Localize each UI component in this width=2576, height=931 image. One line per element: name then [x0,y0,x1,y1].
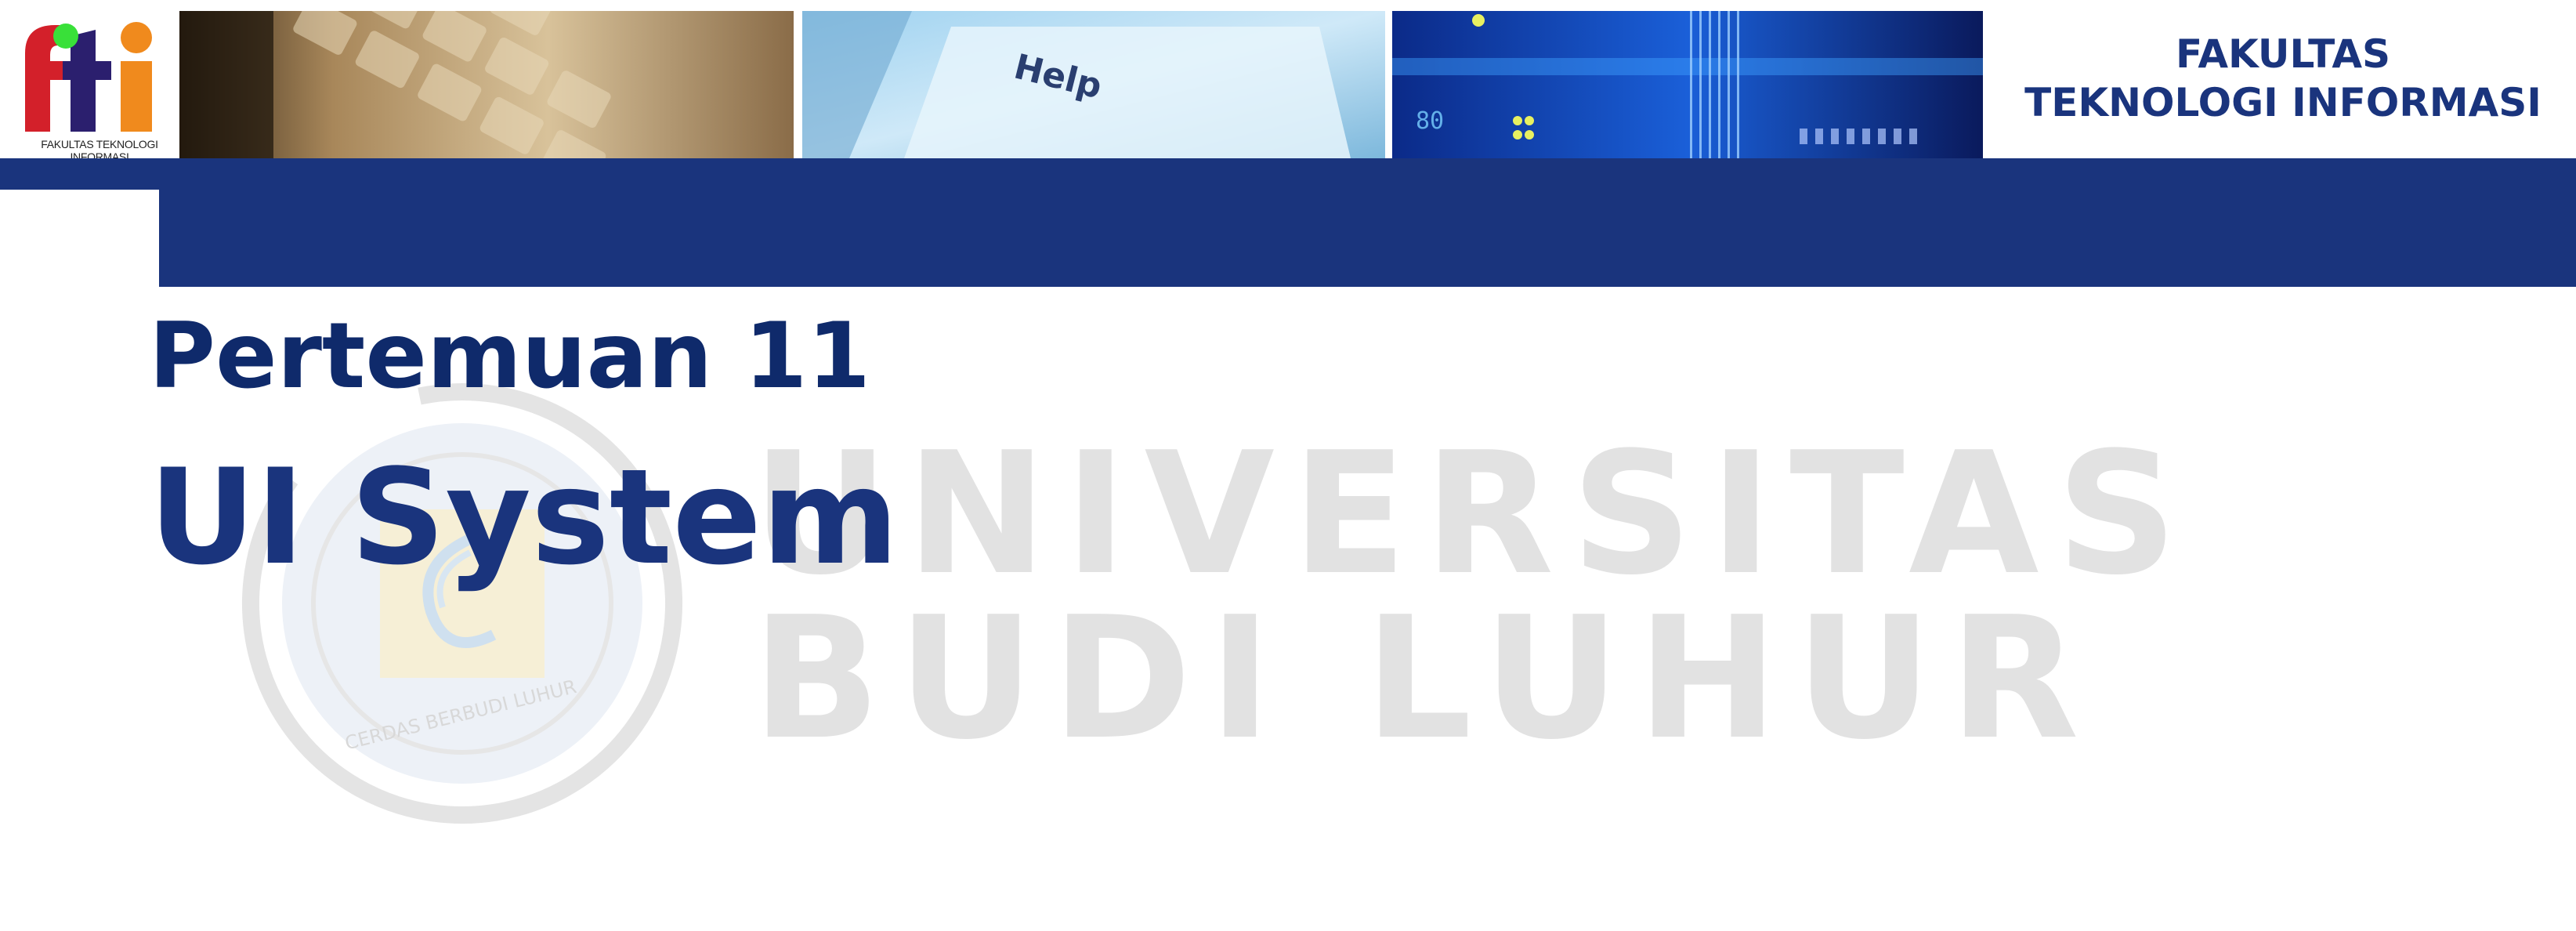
svg-text:80: 80 [1416,107,1444,135]
fti-logo-mark [25,22,152,132]
watermark-line-1: UNIVERSITAS [752,415,2195,612]
header-banner: FAKULTAS TEKNOLOGI INFORMASI Help 80 FAK… [0,0,2576,163]
header-band [159,190,2576,287]
faculty-line-2: TEKNOLOGI INFORMASI [2024,80,2542,125]
help-key-photo: Help [802,11,1385,158]
slide-title: UI System [149,440,899,594]
fti-logo: FAKULTAS TEKNOLOGI INFORMASI [17,14,166,163]
slide-subtitle: Pertemuan 11 [149,303,871,409]
watermark-line-2: BUDI LUHUR [752,580,2097,777]
circuit-board-photo: 80 [1392,11,1983,158]
faculty-line-1: FAKULTAS [2175,31,2391,77]
header-band-top [0,158,2576,190]
faculty-name: FAKULTAS TEKNOLOGI INFORMASI [1990,30,2576,127]
keyboard-photo [179,11,794,158]
